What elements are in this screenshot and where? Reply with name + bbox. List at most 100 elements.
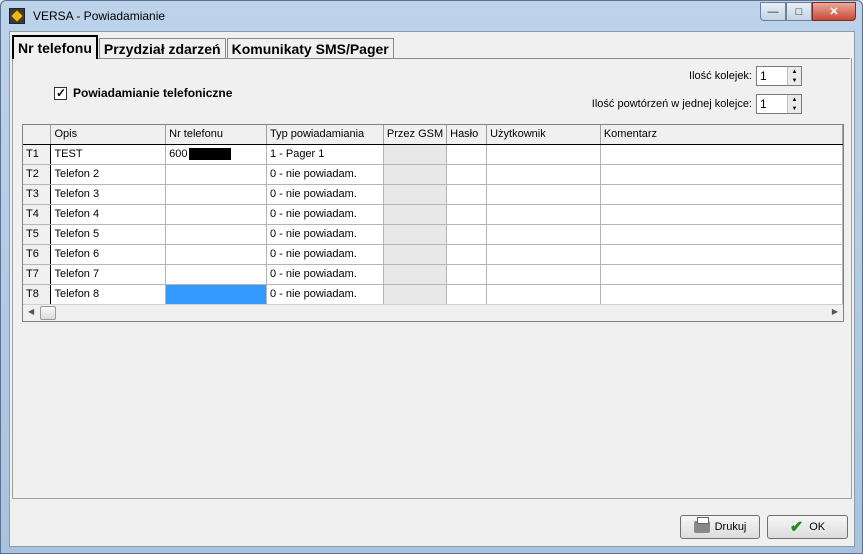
cell-gsm[interactable]	[383, 264, 448, 285]
cell-gsm[interactable]	[383, 204, 448, 225]
phone-notification-option[interactable]: Powiadamianie telefoniczne	[54, 86, 232, 100]
close-button[interactable]: ✕	[812, 2, 856, 21]
cell-uzytkownik[interactable]	[486, 184, 601, 205]
scroll-right-icon[interactable]: ▶	[832, 307, 838, 316]
scrollbar-thumb[interactable]	[40, 306, 56, 320]
cell-typ[interactable]: 1 - Pager 1	[266, 144, 384, 165]
cell-gsm[interactable]	[383, 224, 448, 245]
cell-opis[interactable]: Telefon 5	[50, 224, 167, 245]
cell-komentarz[interactable]	[600, 204, 843, 225]
column-header-komentarz[interactable]: Komentarz	[600, 125, 843, 145]
table-row[interactable]: T2 Telefon 2 0 - nie powiadam.	[23, 164, 843, 185]
cell-haslo[interactable]	[446, 264, 488, 285]
ok-button[interactable]: ✔ OK	[767, 515, 848, 539]
cell-typ[interactable]: 0 - nie powiadam.	[266, 204, 384, 225]
title-bar[interactable]: VERSA - Powiadamianie — □ ✕	[1, 1, 862, 31]
cell-opis[interactable]: TEST	[50, 144, 167, 165]
cell-uzytkownik[interactable]	[486, 204, 601, 225]
cell-typ[interactable]: 0 - nie powiadam.	[266, 184, 384, 205]
cell-opis[interactable]: Telefon 3	[50, 184, 167, 205]
cell-uzytkownik[interactable]	[486, 144, 601, 165]
cell-komentarz[interactable]	[600, 184, 843, 205]
cell-uzytkownik[interactable]	[486, 264, 601, 285]
cell-haslo[interactable]	[446, 144, 488, 165]
cell-uzytkownik[interactable]	[486, 224, 601, 245]
tab-event-assignment[interactable]: Przydział zdarzeń	[98, 38, 226, 59]
phone-notification-checkbox[interactable]	[54, 86, 67, 100]
queue-count-label: Ilość kolejek:	[689, 70, 752, 82]
column-header-nr-telefonu[interactable]: Nr telefonu	[165, 125, 267, 145]
column-header-uzytkownik[interactable]: Użytkownik	[486, 125, 601, 145]
spin-up-icon[interactable]: ▲	[788, 67, 801, 76]
table-row[interactable]: T7 Telefon 7 0 - nie powiadam.	[23, 264, 843, 285]
cell-typ[interactable]: 0 - nie powiadam.	[266, 224, 384, 245]
cell-nr-telefonu[interactable]: 600	[165, 144, 267, 165]
phone-grid[interactable]: Opis Nr telefonu Typ powiadamiania Przez…	[22, 124, 844, 322]
versa-app-icon[interactable]	[9, 8, 25, 24]
column-header-gsm[interactable]: Przez GSM	[383, 125, 448, 145]
cell-typ[interactable]: 0 - nie powiadam.	[266, 244, 384, 265]
cell-gsm[interactable]	[383, 164, 448, 185]
cell-nr-telefonu[interactable]	[165, 264, 267, 285]
cell-haslo[interactable]	[446, 244, 488, 265]
table-row[interactable]: T4 Telefon 4 0 - nie powiadam.	[23, 204, 843, 225]
cell-haslo[interactable]	[446, 164, 488, 185]
table-row[interactable]: T6 Telefon 6 0 - nie powiadam.	[23, 244, 843, 265]
table-row[interactable]: T8 Telefon 8 0 - nie powiadam.	[23, 284, 843, 305]
column-header	[23, 125, 52, 145]
cell-nr-telefonu[interactable]	[165, 204, 267, 225]
print-button[interactable]: Drukuj	[680, 515, 760, 539]
cell-haslo[interactable]	[446, 284, 488, 305]
cell-haslo[interactable]	[446, 204, 488, 225]
cell-opis[interactable]: Telefon 7	[50, 264, 167, 285]
spin-down-icon[interactable]: ▼	[788, 76, 801, 85]
table-row[interactable]: T1 TEST 600 1 - Pager 1	[23, 144, 843, 165]
spin-down-icon[interactable]: ▼	[788, 104, 801, 113]
cell-uzytkownik[interactable]	[486, 244, 601, 265]
cell-haslo[interactable]	[446, 224, 488, 245]
horizontal-scrollbar[interactable]: ◀ ▶	[23, 304, 843, 321]
scroll-left-icon[interactable]: ◀	[28, 307, 34, 316]
column-header-opis[interactable]: Opis	[50, 125, 167, 145]
maximize-button[interactable]: □	[786, 2, 812, 21]
cell-nr-telefonu[interactable]	[165, 224, 267, 245]
cell-gsm[interactable]	[383, 144, 448, 165]
spin-up-icon[interactable]: ▲	[788, 95, 801, 104]
row-id: T7	[23, 264, 52, 285]
cell-nr-telefonu[interactable]	[165, 184, 267, 205]
cell-gsm[interactable]	[383, 284, 448, 305]
cell-nr-telefonu[interactable]	[165, 244, 267, 265]
cell-opis[interactable]: Telefon 6	[50, 244, 167, 265]
phone-number-value: 600	[169, 147, 188, 160]
row-id: T4	[23, 204, 52, 225]
cell-uzytkownik[interactable]	[486, 164, 601, 185]
minimize-button[interactable]: —	[760, 2, 786, 21]
table-row[interactable]: T5 Telefon 5 0 - nie powiadam.	[23, 224, 843, 245]
cell-komentarz[interactable]	[600, 284, 843, 305]
cell-komentarz[interactable]	[600, 164, 843, 185]
tab-sms-pager-messages[interactable]: Komunikaty SMS/Pager	[226, 38, 394, 59]
queue-count-spinner[interactable]: 1 ▲ ▼	[756, 66, 802, 86]
column-header-typ[interactable]: Typ powiadamiania	[266, 125, 384, 145]
cell-komentarz[interactable]	[600, 244, 843, 265]
cell-opis[interactable]: Telefon 2	[50, 164, 167, 185]
cell-opis[interactable]: Telefon 4	[50, 204, 167, 225]
ok-button-label: OK	[809, 521, 826, 533]
cell-gsm[interactable]	[383, 244, 448, 265]
cell-typ[interactable]: 0 - nie powiadam.	[266, 264, 384, 285]
cell-nr-telefonu-selected[interactable]	[165, 284, 267, 305]
cell-opis[interactable]: Telefon 8	[50, 284, 167, 305]
cell-komentarz[interactable]	[600, 264, 843, 285]
cell-haslo[interactable]	[446, 184, 488, 205]
cell-nr-telefonu[interactable]	[165, 164, 267, 185]
queue-repeats-spinner[interactable]: 1 ▲ ▼	[756, 94, 802, 114]
column-header-haslo[interactable]: Hasło	[446, 125, 488, 145]
table-row[interactable]: T3 Telefon 3 0 - nie powiadam.	[23, 184, 843, 205]
cell-komentarz[interactable]	[600, 224, 843, 245]
cell-typ[interactable]: 0 - nie powiadam.	[266, 284, 384, 305]
tab-phone-numbers[interactable]: Nr telefonu	[12, 35, 98, 59]
cell-uzytkownik[interactable]	[486, 284, 601, 305]
cell-typ[interactable]: 0 - nie powiadam.	[266, 164, 384, 185]
cell-komentarz[interactable]	[600, 144, 843, 165]
cell-gsm[interactable]	[383, 184, 448, 205]
